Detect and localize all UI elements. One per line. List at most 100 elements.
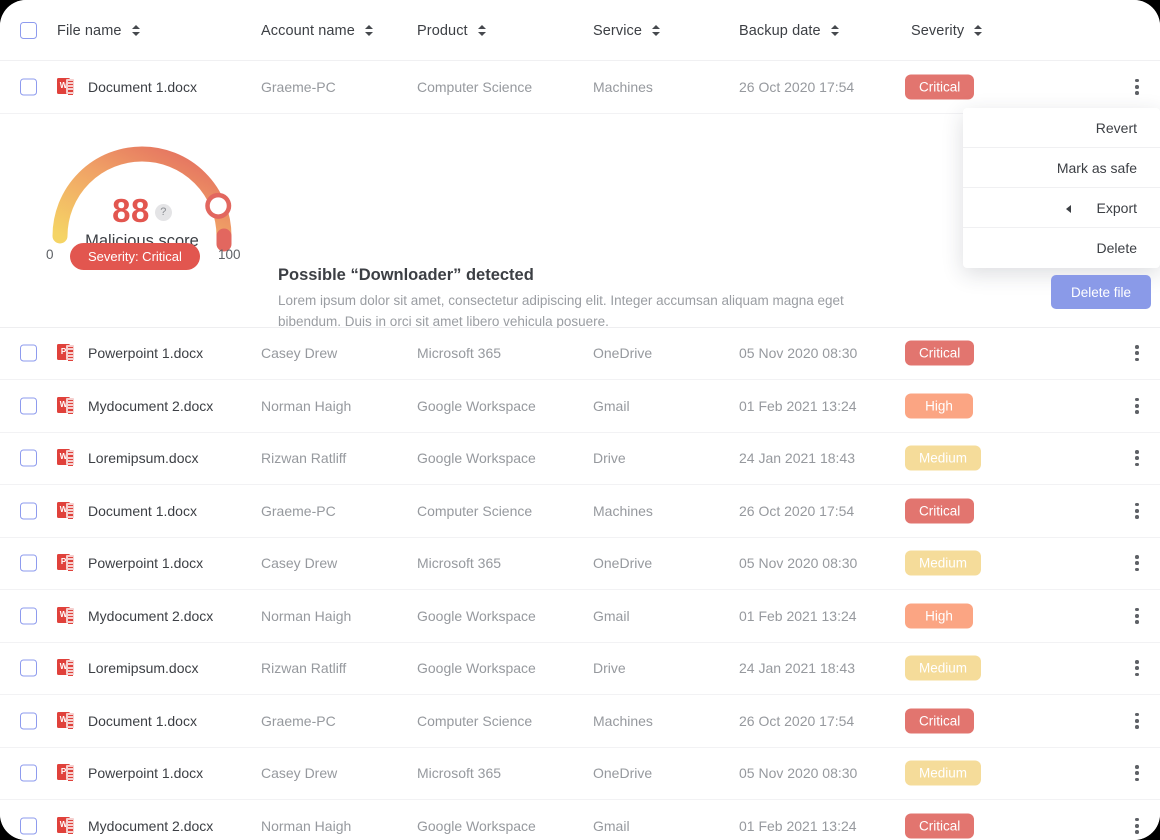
sort-arrows-icon[interactable] — [830, 24, 840, 37]
row-menu-icon[interactable] — [1128, 712, 1146, 730]
cell-file-name: Powerpoint 1.docx — [88, 765, 204, 782]
row-menu-icon[interactable] — [1128, 817, 1146, 835]
row-menu-icon[interactable] — [1128, 78, 1146, 96]
row-select-checkbox[interactable] — [20, 78, 37, 96]
row-menu-icon[interactable] — [1128, 659, 1146, 677]
gauge-value: 88 — [112, 191, 150, 229]
severity-pill: Severity: Critical — [70, 242, 200, 270]
column-header-file_name[interactable]: File name — [57, 23, 141, 39]
cell-backup-date: 26 Oct 2020 17:54 — [739, 78, 855, 95]
word-file-icon: W — [57, 449, 75, 467]
cell-account-name: Casey Drew — [261, 345, 338, 362]
column-header-label: File name — [57, 23, 122, 39]
cell-service: Drive — [593, 660, 626, 677]
table-row[interactable]: W Loremipsum.docx Rizwan Ratliff Google Wor… — [0, 642, 1160, 695]
row-menu-icon[interactable] — [1128, 397, 1146, 415]
cell-file-name: Loremipsum.docx — [88, 450, 199, 467]
cell-file-name: Powerpoint 1.docx — [88, 555, 204, 572]
cell-service: Drive — [593, 450, 626, 467]
detail-title: Possible “Downloader” detected — [278, 265, 534, 284]
row-menu-icon[interactable] — [1128, 554, 1146, 572]
menu-item-export[interactable]: Export — [963, 188, 1160, 228]
row-select-checkbox[interactable] — [20, 817, 37, 835]
column-header-account_name[interactable]: Account name — [261, 23, 374, 39]
table-row[interactable]: P Powerpoint 1.docx Casey Drew Microsoft 36… — [0, 747, 1160, 800]
row-menu-icon[interactable] — [1128, 502, 1146, 520]
column-header-product[interactable]: Product — [417, 23, 487, 39]
cell-account-name: Rizwan Ratliff — [261, 450, 347, 467]
row-select-checkbox[interactable] — [20, 344, 37, 362]
cell-product: Microsoft 365 — [417, 345, 502, 362]
column-header-label: Backup date — [739, 23, 821, 39]
menu-item-label: Mark as safe — [1056, 160, 1137, 176]
gauge-max-label: 100 — [218, 246, 241, 262]
table-row[interactable]: W Mydocument 2.docx Norman Haigh Google Wor… — [0, 800, 1160, 840]
cell-service: Gmail — [593, 607, 630, 624]
row-select-checkbox[interactable] — [20, 554, 37, 572]
row-menu-icon[interactable] — [1128, 607, 1146, 625]
row-select-checkbox[interactable] — [20, 502, 37, 520]
menu-item-delete[interactable]: Delete — [963, 228, 1160, 268]
delete-file-button[interactable]: Delete file — [1051, 275, 1151, 309]
sort-arrows-icon[interactable] — [131, 24, 141, 37]
cell-file-name: Document 1.docx — [88, 78, 197, 95]
row-menu-icon[interactable] — [1128, 764, 1146, 782]
table-row[interactable]: W Document 1.docx Graeme-PC Computer Scienc… — [0, 61, 1160, 114]
sort-arrows-icon[interactable] — [364, 24, 374, 37]
table-row[interactable]: P Powerpoint 1.docx Casey Drew Microsoft 36… — [0, 327, 1160, 380]
cell-service: OneDrive — [593, 345, 653, 362]
table-row[interactable]: W Document 1.docx Graeme-PC Computer Scienc… — [0, 695, 1160, 748]
menu-item-mark-as-safe[interactable]: Mark as safe — [963, 148, 1160, 188]
word-file-icon: W — [57, 77, 75, 96]
cell-service: OneDrive — [593, 765, 653, 782]
table-row[interactable]: W Loremipsum.docx Rizwan Ratliff Google Wor… — [0, 432, 1160, 485]
row-menu-icon[interactable] — [1128, 449, 1146, 467]
table-row[interactable]: P Powerpoint 1.docx Casey Drew Microsoft 36… — [0, 537, 1160, 590]
cell-service: Machines — [593, 502, 653, 519]
cell-file-name: Mydocument 2.docx — [88, 397, 214, 414]
help-icon[interactable]: ? — [154, 203, 172, 221]
table-row[interactable]: W Mydocument 2.docx Norman Haigh Google Wor… — [0, 380, 1160, 433]
select-all-checkbox[interactable] — [20, 22, 37, 39]
row-menu-icon[interactable] — [1128, 344, 1146, 362]
column-header-backup_date[interactable]: Backup date — [739, 23, 840, 39]
cell-account-name: Rizwan Ratliff — [261, 660, 347, 677]
row-select-checkbox[interactable] — [20, 764, 37, 782]
cell-file-name: Powerpoint 1.docx — [88, 345, 204, 362]
cell-account-name: Norman Haigh — [261, 817, 352, 834]
word-file-icon: W — [57, 816, 75, 835]
detail-description: Lorem ipsum dolor sit amet, consectetur … — [278, 292, 844, 329]
sort-arrows-icon[interactable] — [477, 24, 487, 37]
sort-arrows-icon[interactable] — [652, 24, 661, 37]
cell-product: Google Workspace — [417, 607, 536, 624]
cell-service: Machines — [593, 78, 653, 95]
cell-file-name: Mydocument 2.docx — [88, 607, 214, 624]
column-header-service[interactable]: Service — [593, 23, 661, 39]
cell-product: Computer Science — [417, 78, 533, 95]
word-file-icon: W — [57, 659, 75, 677]
row-select-checkbox[interactable] — [20, 659, 37, 677]
sort-arrows-icon[interactable] — [974, 24, 983, 37]
row-select-checkbox[interactable] — [20, 449, 37, 467]
cell-service: OneDrive — [593, 555, 653, 572]
status-badge: Medium — [905, 760, 982, 786]
menu-item-label: Export — [1096, 200, 1137, 216]
cell-backup-date: 05 Nov 2020 08:30 — [739, 555, 858, 572]
row-actions-menu[interactable]: Revert Mark as safe Export Delete — [963, 108, 1160, 268]
table-row[interactable]: W Document 1.docx Graeme-PC Computer Scienc… — [0, 485, 1160, 538]
status-badge: Medium — [905, 550, 982, 576]
malicious-score-gauge: 88? Malicious score 0 100 Severity: Critical — [38, 124, 246, 270]
word-file-icon: W — [57, 711, 75, 730]
column-header-label: Product — [417, 23, 468, 39]
status-badge: Medium — [905, 655, 982, 681]
cell-backup-date: 05 Nov 2020 08:30 — [739, 765, 858, 782]
cell-file-name: Document 1.docx — [88, 712, 197, 729]
row-select-checkbox[interactable] — [20, 607, 37, 625]
cell-product: Microsoft 365 — [417, 555, 502, 572]
column-header-severity[interactable]: Severity — [911, 23, 983, 39]
row-select-checkbox[interactable] — [20, 397, 37, 415]
row-select-checkbox[interactable] — [20, 712, 37, 730]
table-row[interactable]: W Mydocument 2.docx Norman Haigh Google Wor… — [0, 590, 1160, 643]
status-badge: High — [905, 393, 973, 419]
menu-item-revert[interactable]: Revert — [963, 108, 1160, 148]
